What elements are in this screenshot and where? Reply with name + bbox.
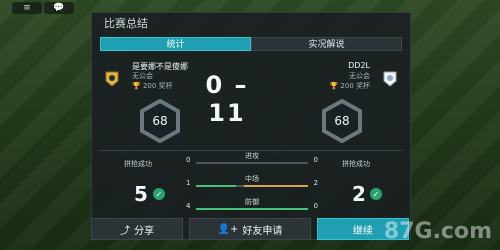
friend-request-button[interactable]: 👤+ 好友申请 [189,218,311,240]
left-team-logo [105,71,119,87]
tab-stats[interactable]: 统计 [100,37,251,51]
cup-icon: 🏆 [329,82,339,90]
share-button[interactable]: ⤴ 分享 [91,218,184,240]
right-tackles-value: 2 [352,182,366,206]
left-team-guild: 无公会 [132,72,153,80]
check-icon: ✓ [370,188,382,200]
stat-midfield-left: 1 [186,179,191,187]
stat-row-attack: 进攻 0 0 [186,152,318,170]
menu-button[interactable]: ≡ [12,2,42,14]
tab-commentary[interactable]: 实况解说 [251,37,402,51]
match-score: 0 – 11 [205,71,249,127]
share-button-label: 分享 [134,225,155,237]
stat-bar-defense-left [196,208,308,210]
stat-label-attack: 进攻 [245,152,259,160]
menu-icon: ≡ [23,3,31,13]
friend-add-icon: 👤+ [217,223,239,235]
bottom-actions: ⤴ 分享 👤+ 好友申请 继续 [91,218,410,240]
right-team-rating: 68 [320,99,364,143]
left-team-rating: 68 [138,99,182,143]
chat-icon: 💬 [53,3,65,13]
right-team-logo [383,71,397,87]
left-team-cups-text: 200 奖杯 [142,82,173,90]
stat-label-defense: 防御 [245,198,259,206]
tabs-bar: 统计 实况解说 [100,37,402,51]
right-team-guild: 无公会 [349,72,370,80]
stat-defense-right: 0 [313,202,318,210]
right-team-name: DD2L [348,61,370,70]
right-team-rating-value: 68 [334,114,350,128]
cup-icon: 🏆 [132,82,141,90]
chat-button[interactable]: 💬 [44,2,74,14]
right-team-cups-text: 200 奖杯 [340,82,370,90]
stat-bar-attack [196,162,308,164]
stat-label-midfield: 中场 [245,175,259,183]
continue-label: 继续 [352,225,373,237]
stat-row-defense: 防御 4 0 [186,198,318,216]
left-tackles-label: 拼抢成功 [124,160,152,168]
share-icon: ⤴ [120,225,131,237]
friend-request-label: 好友申请 [242,225,283,237]
left-tackles-value: 5 [134,182,148,206]
panel-title: 比赛总结 [104,17,148,30]
right-tackles-label: 拼抢成功 [342,160,370,168]
stat-midfield-right: 2 [313,179,318,187]
stat-bar-midfield-right [244,185,308,187]
stat-attack-left: 0 [186,156,191,164]
stat-bar-midfield-left [196,185,236,187]
stat-attack-right: 0 [313,156,318,164]
stat-row-midfield: 中场 1 2 [186,175,318,193]
left-team-cups: 🏆 200 奖杯 [132,81,173,91]
check-icon: ✓ [153,188,165,200]
right-team-cups: 🏆 200 奖杯 [329,81,370,91]
stat-defense-left: 4 [186,202,191,210]
watermark: 87G.com [383,219,492,244]
left-team-rating-value: 68 [152,114,168,128]
